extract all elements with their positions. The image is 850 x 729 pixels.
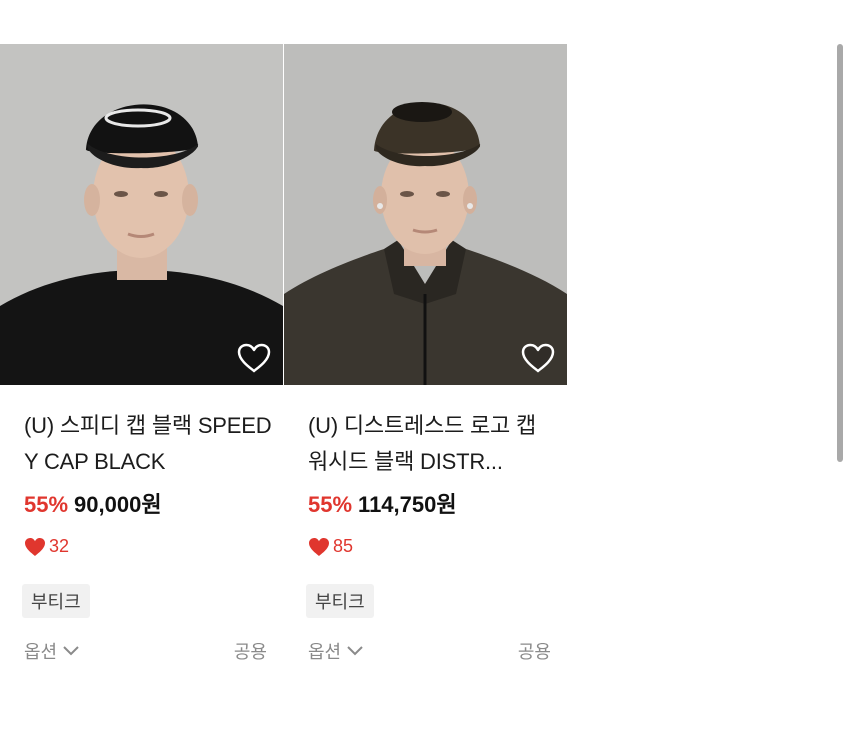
gender-label: 공용: [517, 642, 551, 662]
option-label: 옵션: [24, 642, 58, 662]
option-dropdown[interactable]: 옵션: [24, 638, 79, 664]
shop-tag: 부티크: [22, 584, 90, 618]
discount-rate: 55%: [24, 492, 69, 517]
price-row: 55% 114,750원: [308, 487, 457, 519]
wishlist-heart-icon[interactable]: [237, 343, 271, 373]
like-count-value: 32: [49, 536, 70, 556]
option-dropdown[interactable]: 옵션: [308, 638, 363, 664]
product-title[interactable]: (U) 스피디 캡 블랙 SPEEDY CAP BLACK: [24, 408, 272, 480]
product-card[interactable]: (U) 디스트레스드 로고 캡 워시드 블랙 DISTR... 55% 114,7…: [284, 44, 567, 684]
chevron-down-icon: [63, 646, 79, 656]
wishlist-heart-icon[interactable]: [521, 343, 555, 373]
vertical-scrollbar[interactable]: [837, 44, 843, 462]
product-image[interactable]: [284, 44, 567, 385]
discount-rate: 55%: [308, 492, 353, 517]
price-row: 55% 90,000원: [24, 487, 162, 519]
like-count: 32: [24, 536, 69, 557]
product-title[interactable]: (U) 디스트레스드 로고 캡 워시드 블랙 DISTR...: [308, 408, 556, 480]
product-card[interactable]: (U) 스피디 캡 블랙 SPEEDY CAP BLACK 55% 90,000원…: [0, 44, 283, 684]
heart-filled-icon: [309, 537, 329, 556]
chevron-down-icon: [347, 646, 363, 656]
gender-label: 공용: [233, 642, 267, 662]
sale-price: 114,750원: [358, 492, 457, 517]
product-image[interactable]: [0, 44, 283, 385]
like-count: 85: [308, 536, 353, 557]
sale-price: 90,000원: [74, 492, 162, 517]
product-grid: (U) 스피디 캡 블랙 SPEEDY CAP BLACK 55% 90,000원…: [0, 44, 567, 684]
shop-tag: 부티크: [306, 584, 374, 618]
option-label: 옵션: [308, 642, 342, 662]
like-count-value: 85: [333, 536, 354, 556]
heart-filled-icon: [25, 537, 45, 556]
